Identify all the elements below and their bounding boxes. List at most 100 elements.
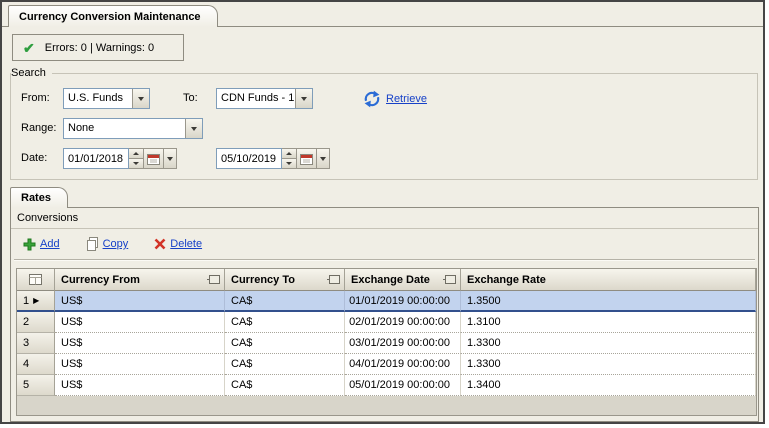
date-from-spinner — [129, 148, 144, 169]
column-header-label: Currency From — [61, 274, 209, 286]
row-number: 4 — [23, 358, 29, 370]
spin-down-button[interactable] — [129, 158, 143, 168]
column-header-label: Currency To — [231, 274, 329, 286]
check-icon: ✔ — [23, 41, 35, 55]
row-selector-header-icon — [29, 274, 42, 285]
conversions-group-label: Conversions — [17, 212, 78, 224]
grid-toolbar: Add Copy Delete — [23, 234, 202, 254]
tab-currency-conversion-maintenance[interactable]: Currency Conversion Maintenance — [8, 5, 218, 27]
row-selector[interactable]: 4 — [17, 354, 55, 375]
column-header-exchange-rate[interactable]: Exchange Rate — [461, 269, 756, 291]
add-button[interactable]: Add — [23, 238, 60, 251]
tab-rates[interactable]: Rates — [10, 187, 68, 208]
calendar-dropdown-button[interactable] — [164, 148, 177, 169]
cell-exchange-rate[interactable]: 1.3300 — [461, 354, 756, 375]
cell-currency-from[interactable]: US$ — [55, 375, 225, 396]
copy-icon — [86, 237, 99, 252]
copy-label[interactable]: Copy — [103, 238, 129, 250]
cell-exchange-date[interactable]: 05/01/2019 00:00:00 — [345, 375, 461, 396]
cell-currency-to[interactable]: CA$ — [225, 375, 345, 396]
cell-exchange-rate[interactable]: 1.3400 — [461, 375, 756, 396]
status-box: ✔ Errors: 0 | Warnings: 0 — [12, 34, 184, 61]
row-selector[interactable]: 5 — [17, 375, 55, 396]
to-dropdown-button[interactable] — [295, 89, 312, 108]
table-row[interactable]: 2 US$ CA$ 02/01/2019 00:00:00 1.3100 — [17, 312, 756, 333]
delete-button[interactable]: Delete — [154, 238, 202, 250]
conversions-grid: Currency From Currency To Exchange Date … — [16, 268, 757, 416]
calendar-button[interactable] — [144, 148, 164, 169]
date-to-input[interactable] — [216, 148, 282, 169]
spin-down-button[interactable] — [282, 158, 296, 168]
cell-exchange-date[interactable]: 04/01/2019 00:00:00 — [345, 354, 461, 375]
date-to-spinner — [282, 148, 297, 169]
pin-column-icon[interactable] — [329, 275, 340, 284]
cell-exchange-rate[interactable]: 1.3500 — [461, 291, 756, 312]
spin-up-button[interactable] — [129, 149, 143, 158]
column-header-exchange-date[interactable]: Exchange Date — [345, 269, 461, 291]
chevron-down-icon — [301, 97, 307, 101]
from-combobox-value: U.S. Funds — [64, 89, 132, 108]
grid-header-row: Currency From Currency To Exchange Date … — [17, 269, 756, 291]
range-label: Range: — [21, 118, 56, 139]
column-header-currency-to[interactable]: Currency To — [225, 269, 345, 291]
cell-exchange-date[interactable]: 02/01/2019 00:00:00 — [345, 312, 461, 333]
pin-column-icon[interactable] — [209, 275, 220, 284]
range-dropdown-button[interactable] — [185, 119, 202, 138]
row-selector[interactable]: 3 — [17, 333, 55, 354]
cell-exchange-rate[interactable]: 1.3300 — [461, 333, 756, 354]
spin-up-button[interactable] — [282, 149, 296, 158]
cell-currency-to[interactable]: CA$ — [225, 291, 345, 312]
row-number: 3 — [23, 337, 29, 349]
conversions-divider — [11, 228, 758, 229]
chevron-down-icon — [320, 157, 326, 161]
cell-exchange-rate[interactable]: 1.3100 — [461, 312, 756, 333]
delete-x-icon — [154, 238, 166, 250]
row-selector[interactable]: 1 ▶ — [17, 291, 55, 312]
rates-tab-label: Rates — [21, 192, 51, 204]
retrieve-link[interactable]: Retrieve — [386, 93, 427, 105]
cell-exchange-date[interactable]: 03/01/2019 00:00:00 — [345, 333, 461, 354]
cell-currency-from[interactable]: US$ — [55, 291, 225, 312]
copy-button[interactable]: Copy — [86, 237, 129, 252]
date-to-editor — [216, 148, 330, 169]
table-row[interactable]: 3 US$ CA$ 03/01/2019 00:00:00 1.3300 — [17, 333, 756, 354]
date-from-input[interactable] — [63, 148, 129, 169]
cell-currency-from[interactable]: US$ — [55, 354, 225, 375]
cell-currency-to[interactable]: CA$ — [225, 354, 345, 375]
cell-currency-to[interactable]: CA$ — [225, 312, 345, 333]
to-label: To: — [183, 88, 198, 109]
row-selector[interactable]: 2 — [17, 312, 55, 333]
refresh-icon — [363, 90, 381, 108]
from-combobox[interactable]: U.S. Funds — [63, 88, 150, 109]
from-dropdown-button[interactable] — [132, 89, 149, 108]
retrieve-action[interactable]: Retrieve — [363, 88, 427, 109]
rates-panel: Conversions Add Copy — [10, 207, 759, 422]
chevron-down-icon — [191, 127, 197, 131]
arrow-down-icon — [286, 162, 292, 165]
search-group-label: Search — [11, 66, 52, 80]
delete-label[interactable]: Delete — [170, 238, 202, 250]
table-row[interactable]: 1 ▶ US$ CA$ 01/01/2019 00:00:00 1.3500 — [17, 291, 756, 312]
chevron-down-icon — [167, 157, 173, 161]
pin-column-icon[interactable] — [445, 275, 456, 284]
calendar-button[interactable] — [297, 148, 317, 169]
table-row[interactable]: 4 US$ CA$ 04/01/2019 00:00:00 1.3300 — [17, 354, 756, 375]
cell-exchange-date[interactable]: 01/01/2019 00:00:00 — [345, 291, 461, 312]
date-label: Date: — [21, 148, 47, 169]
calendar-dropdown-button[interactable] — [317, 148, 330, 169]
range-combobox[interactable]: None — [63, 118, 203, 139]
column-header-label: Exchange Rate — [467, 274, 751, 286]
add-label[interactable]: Add — [40, 238, 60, 250]
cell-currency-to[interactable]: CA$ — [225, 333, 345, 354]
add-plus-icon — [23, 238, 36, 251]
cell-currency-from[interactable]: US$ — [55, 333, 225, 354]
column-header-currency-from[interactable]: Currency From — [55, 269, 225, 291]
calendar-icon — [147, 153, 160, 165]
to-combobox[interactable]: CDN Funds - 1 — [216, 88, 313, 109]
arrow-up-icon — [286, 152, 292, 155]
chevron-down-icon — [138, 97, 144, 101]
table-row[interactable]: 5 US$ CA$ 05/01/2019 00:00:00 1.3400 — [17, 375, 756, 396]
arrow-up-icon — [133, 152, 139, 155]
cell-currency-from[interactable]: US$ — [55, 312, 225, 333]
grid-corner-cell[interactable] — [17, 269, 55, 291]
